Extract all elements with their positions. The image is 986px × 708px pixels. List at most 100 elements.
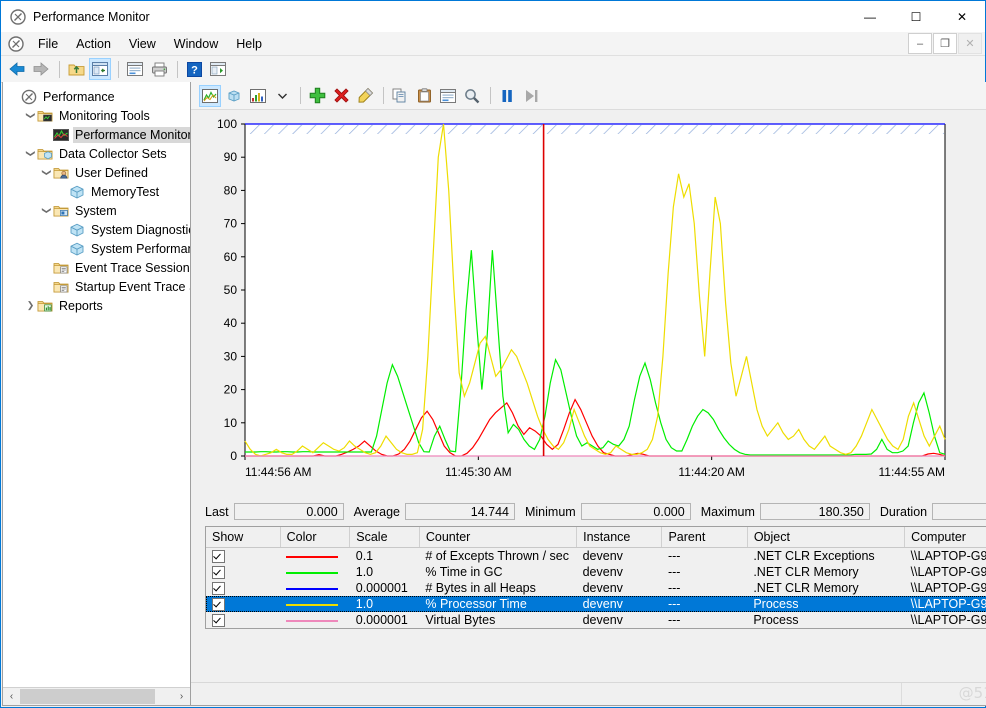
counter-cell: % Processor Time — [425, 597, 527, 611]
tree-item-system-diagnostics[interactable]: System Diagnostics — [3, 220, 190, 239]
copy-properties-icon[interactable] — [389, 85, 411, 107]
show-checkbox-cell[interactable] — [206, 612, 280, 628]
tree-item-label: Performance Monitor — [73, 126, 190, 143]
tree-item-system[interactable]: ❯ System — [3, 201, 190, 220]
minimize-button[interactable]: — — [847, 1, 893, 32]
tree-item-performance[interactable]: Performance — [3, 87, 190, 106]
stat-value-minimum: 0.000 — [580, 503, 691, 520]
tree-item-system-performanc[interactable]: System Performanc — [3, 239, 190, 258]
tree-item-memorytest[interactable]: MemoryTest — [3, 182, 190, 201]
svg-text:11:45:30 AM: 11:45:30 AM — [445, 465, 512, 479]
parent-cell: --- — [667, 549, 681, 563]
column-header-instance[interactable]: Instance — [576, 527, 663, 548]
column-header-scale[interactable]: Scale — [349, 527, 420, 548]
column-header-parent[interactable]: Parent — [661, 527, 748, 548]
mdi-window-controls: – ❐ ✕ — [908, 33, 982, 54]
mdi-minimize-button[interactable]: – — [908, 33, 932, 54]
tree-horizontal-scrollbar[interactable]: ‹ › — [3, 687, 190, 705]
mdi-restore-button[interactable]: ❐ — [933, 33, 957, 54]
line-graph-view-icon[interactable] — [199, 84, 221, 107]
graph-area[interactable]: 0 10 20 30 40 50 60 70 80 90 100 11:44:56 AM 11:45:3… — [191, 110, 986, 499]
toolbar-separator — [118, 60, 119, 78]
chevron-down-icon[interactable]: ❯ — [37, 166, 56, 179]
scroll-track[interactable] — [20, 688, 173, 705]
chevron-right-icon[interactable]: ❯ — [24, 296, 37, 315]
color-swatch-cell — [280, 596, 350, 612]
freeze-display-icon[interactable] — [496, 85, 518, 107]
menu-view[interactable]: View — [120, 34, 165, 54]
twisty-placeholder — [40, 258, 53, 277]
report-view-icon[interactable] — [247, 85, 269, 107]
tree-item-reports[interactable]: ❯ Reports — [3, 296, 190, 315]
instance-cell: devenv — [582, 565, 623, 579]
tree-item-event-trace-sessions[interactable]: Event Trace Sessions — [3, 258, 190, 277]
forward-icon[interactable] — [30, 58, 52, 80]
tree-item-performance-monitor[interactable]: Performance Monitor — [3, 125, 190, 144]
column-header-object[interactable]: Object — [747, 527, 906, 548]
checkbox-icon[interactable] — [212, 598, 225, 612]
show-checkbox-cell[interactable] — [206, 596, 280, 612]
help-icon[interactable]: ? — [183, 58, 205, 80]
console-tree[interactable]: Performance ❯ Monitoring Tools Performance … — [3, 82, 190, 687]
performance-line-graph[interactable]: 0 10 20 30 40 50 60 70 80 90 100 11:44:56 AM 11:45:3… — [197, 116, 957, 496]
properties-icon[interactable] — [124, 58, 146, 80]
scroll-thumb[interactable] — [20, 689, 155, 704]
column-header-computer[interactable]: Computer — [904, 527, 986, 548]
menu-help[interactable]: Help — [227, 34, 271, 54]
add-counter-icon[interactable] — [306, 85, 328, 107]
column-header-show[interactable]: Show — [206, 527, 281, 548]
instance-cell: devenv — [582, 613, 623, 627]
back-icon[interactable] — [6, 58, 28, 80]
svg-text:50: 50 — [224, 283, 238, 297]
counter-table-body[interactable]: 0.1 # of Excepts Thrown / sec devenv --- .NE… — [206, 547, 986, 628]
tree-item-user-defined[interactable]: ❯ User Defined — [3, 163, 190, 182]
chevron-down-icon[interactable]: ❯ — [21, 147, 40, 160]
close-button[interactable]: ✕ — [939, 1, 985, 32]
tree-item-data-collector-sets[interactable]: ❯ Data Collector Sets — [3, 144, 190, 163]
properties-icon[interactable] — [437, 85, 459, 107]
scroll-left-icon[interactable]: ‹ — [3, 688, 20, 705]
checkbox-icon[interactable] — [212, 614, 225, 628]
parent-cell: --- — [667, 581, 681, 595]
maximize-button[interactable]: ☐ — [893, 1, 939, 32]
chevron-down-icon[interactable]: ❯ — [37, 204, 56, 217]
delete-counter-icon[interactable] — [330, 85, 352, 107]
instance-cell: devenv — [582, 597, 623, 611]
menu-window[interactable]: Window — [165, 34, 227, 54]
checkbox-icon[interactable] — [212, 582, 225, 596]
counter-row[interactable]: 1.0 % Time in GC devenv --- .NET CLR Memory \… — [206, 564, 986, 580]
zoom-icon[interactable] — [461, 85, 483, 107]
show-checkbox-cell[interactable] — [206, 564, 280, 580]
paste-counter-list-icon[interactable] — [413, 85, 435, 107]
up-folder-icon[interactable] — [65, 58, 87, 80]
computer-cell: \\LAPTOP-G9ORP8VB — [910, 597, 986, 611]
counter-row[interactable]: 0.000001 # Bytes in all Heaps devenv --- .NE… — [206, 580, 986, 596]
tree-item-monitoring-tools[interactable]: ❯ Monitoring Tools — [3, 106, 190, 125]
scroll-right-icon[interactable]: › — [173, 688, 190, 705]
status-bar — [191, 682, 986, 705]
counter-row[interactable]: 0.1 # of Excepts Thrown / sec devenv --- .NE… — [206, 547, 986, 565]
menu-file[interactable]: File — [29, 34, 67, 54]
update-data-icon[interactable] — [520, 85, 542, 107]
show-checkbox-cell[interactable] — [206, 548, 280, 565]
print-icon[interactable] — [148, 58, 170, 80]
perfmon-toolbar — [191, 82, 986, 110]
checkbox-icon[interactable] — [212, 550, 225, 564]
counter-row[interactable]: 0.000001 Virtual Bytes devenv --- Process \\L… — [206, 612, 986, 628]
menu-action[interactable]: Action — [67, 34, 120, 54]
counter-list[interactable]: Show Color Scale Counter Instance Parent Objec… — [205, 526, 986, 629]
view-dropdown-icon[interactable] — [271, 85, 293, 107]
column-header-color[interactable]: Color — [280, 527, 351, 548]
folder-trace-icon — [53, 281, 69, 292]
new-window-icon[interactable] — [207, 58, 229, 80]
checkbox-icon[interactable] — [212, 566, 225, 580]
highlight-icon[interactable] — [354, 85, 376, 107]
tree-item-label: Data Collector Sets — [59, 146, 167, 161]
histogram-view-icon[interactable] — [223, 85, 245, 107]
show-checkbox-cell[interactable] — [206, 580, 280, 596]
show-hide-tree-icon[interactable] — [89, 58, 111, 80]
tree-item-startup-event-trace-ses[interactable]: Startup Event Trace Ses — [3, 277, 190, 296]
counter-row[interactable]: 1.0 % Processor Time devenv --- Process \\LAP… — [206, 596, 986, 612]
chevron-down-icon[interactable]: ❯ — [21, 109, 40, 122]
column-header-counter[interactable]: Counter — [419, 527, 578, 548]
